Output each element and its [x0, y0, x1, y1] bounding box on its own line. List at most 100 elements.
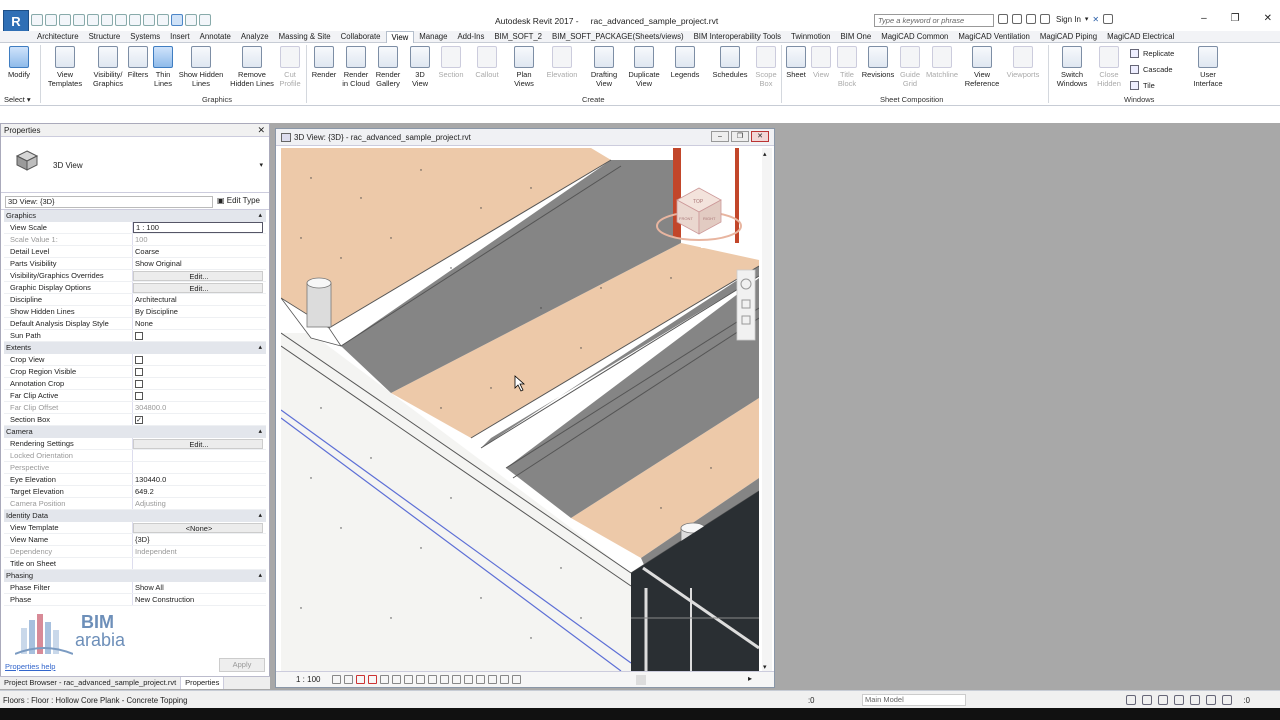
- temporary-hide-icon[interactable]: [440, 675, 449, 684]
- select-underlay-icon[interactable]: [1142, 695, 1152, 705]
- property-edit-button[interactable]: <None>: [133, 523, 263, 533]
- viewports-button[interactable]: Viewports: [1004, 46, 1042, 79]
- type-selector[interactable]: 3D View ▾: [1, 137, 269, 193]
- scope-box-button[interactable]: Scope Box: [754, 46, 778, 88]
- property-edit-button[interactable]: Edit...: [133, 271, 263, 281]
- collapse-arrow-icon[interactable]: ▴: [258, 210, 262, 222]
- collapse-arrow-icon[interactable]: ▴: [258, 342, 262, 354]
- select-dropdown[interactable]: Select ▾: [4, 95, 31, 104]
- view-scale-button[interactable]: 1 : 100: [296, 675, 320, 684]
- tab-analyze[interactable]: Analyze: [236, 31, 274, 43]
- section-header-phasing[interactable]: Phasing ▴: [4, 570, 266, 582]
- shadows-icon[interactable]: [368, 675, 377, 684]
- render-dialog-icon[interactable]: [380, 675, 389, 684]
- sync-icon[interactable]: [59, 14, 71, 26]
- chevron-down-icon[interactable]: ▾: [1085, 15, 1089, 23]
- filter-icon[interactable]: [1222, 695, 1232, 705]
- analytical-model-icon[interactable]: [476, 675, 485, 684]
- revisions-button[interactable]: Revisions: [860, 46, 896, 79]
- scroll-up-icon[interactable]: ▴: [763, 150, 767, 158]
- highlight-displacement-icon[interactable]: [488, 675, 497, 684]
- close-icon[interactable]: ✕: [257, 124, 265, 137]
- tab-bim-one[interactable]: BIM One: [835, 31, 876, 43]
- reveal-hidden-icon[interactable]: [452, 675, 461, 684]
- user-interface-button[interactable]: User Interface: [1190, 46, 1226, 88]
- tab-view[interactable]: View: [385, 30, 415, 43]
- binoculars-icon[interactable]: [998, 14, 1008, 24]
- visibility-graphics-button[interactable]: Visibility/ Graphics: [88, 46, 128, 88]
- crop-region-icon[interactable]: [416, 675, 425, 684]
- checkbox[interactable]: [135, 356, 143, 364]
- design-options-dropdown[interactable]: Main Model: [862, 694, 966, 706]
- remove-hidden-lines-button[interactable]: Remove Hidden Lines: [227, 46, 277, 88]
- tile-button[interactable]: Tile: [1130, 81, 1155, 90]
- duplicate-view-button[interactable]: Duplicate View: [624, 46, 664, 88]
- navigation-bar[interactable]: [736, 269, 756, 341]
- lock-view-icon[interactable]: [392, 675, 401, 684]
- crop-view-icon[interactable]: [404, 675, 413, 684]
- application-menu-button[interactable]: R: [3, 10, 29, 32]
- property-value[interactable]: [133, 558, 266, 569]
- worksharing-icon[interactable]: [464, 675, 473, 684]
- property-value[interactable]: {3D}: [133, 534, 266, 545]
- tab-bim-interoperability[interactable]: BIM Interoperability Tools: [689, 31, 786, 43]
- property-checkbox-cell[interactable]: ✓: [133, 414, 266, 425]
- drafting-view-button[interactable]: Drafting View: [586, 46, 622, 88]
- redo-icon[interactable]: [87, 14, 99, 26]
- tab-magicad-ventilation[interactable]: MagiCAD Ventilation: [953, 31, 1035, 43]
- elevation-button[interactable]: Elevation: [544, 46, 580, 79]
- property-value[interactable]: 130440.0: [133, 474, 266, 485]
- horizontal-scroll-thumb[interactable]: [636, 675, 646, 685]
- property-edit-button[interactable]: Edit...: [133, 283, 263, 293]
- checkbox[interactable]: [135, 380, 143, 388]
- matchline-button[interactable]: Matchline: [924, 46, 960, 79]
- replicate-button[interactable]: Replicate: [1130, 49, 1174, 58]
- view-templates-button[interactable]: View Templates: [44, 46, 86, 88]
- thin-lines-button[interactable]: Thin Lines: [151, 46, 175, 88]
- guide-grid-button[interactable]: Guide Grid: [898, 46, 922, 88]
- title-block-button[interactable]: Title Block: [836, 46, 858, 88]
- checkbox[interactable]: [135, 368, 143, 376]
- restore-button[interactable]: ❐: [1231, 13, 1240, 24]
- edit-type-button[interactable]: ▣ Edit Type: [217, 196, 260, 205]
- cut-profile-button[interactable]: Cut Profile: [278, 46, 302, 88]
- tab-magicad-piping[interactable]: MagiCAD Piping: [1035, 31, 1102, 43]
- instance-filter-dropdown[interactable]: 3D View: {3D}: [5, 196, 213, 208]
- help-icon[interactable]: [1103, 14, 1114, 24]
- detail-level-icon[interactable]: [332, 675, 341, 684]
- exchange-apps-icon[interactable]: ✕: [1092, 15, 1099, 24]
- property-value[interactable]: Architectural: [133, 294, 266, 305]
- modify-button[interactable]: Modify: [4, 46, 34, 79]
- property-checkbox-cell[interactable]: [133, 354, 266, 365]
- select-pinned-icon[interactable]: [1158, 695, 1168, 705]
- close-button[interactable]: ✕: [751, 131, 769, 142]
- undo-icon[interactable]: [73, 14, 85, 26]
- minimize-button[interactable]: –: [1201, 13, 1207, 24]
- property-value[interactable]: Show Original: [133, 258, 266, 269]
- schedules-button[interactable]: Schedules: [708, 46, 752, 79]
- select-links-icon[interactable]: [1126, 695, 1136, 705]
- tab-insert[interactable]: Insert: [165, 31, 195, 43]
- checkbox[interactable]: [135, 392, 143, 400]
- collapse-arrow-icon[interactable]: ▴: [258, 426, 262, 438]
- tab-magicad-common[interactable]: MagiCAD Common: [876, 31, 953, 43]
- sheet-button[interactable]: Sheet: [784, 46, 808, 79]
- section-header-camera[interactable]: Camera ▴: [4, 426, 266, 438]
- show-hidden-lines-button[interactable]: Show Hidden Lines: [177, 46, 225, 88]
- tab-project-browser[interactable]: Project Browser - rac_advanced_sample_pr…: [0, 677, 182, 689]
- sun-path-icon[interactable]: [356, 675, 365, 684]
- tab-add-ins[interactable]: Add-Ins: [452, 31, 489, 43]
- reveal-constraints-icon[interactable]: [500, 675, 509, 684]
- property-value[interactable]: None: [133, 318, 266, 329]
- default-3d-view-icon[interactable]: [157, 14, 169, 26]
- section-header-extents[interactable]: Extents ▴: [4, 342, 266, 354]
- collapse-arrow-icon[interactable]: ▴: [258, 510, 262, 522]
- unlocked-3d-view-icon[interactable]: [428, 675, 437, 684]
- checkbox[interactable]: [135, 332, 143, 340]
- tab-massing-site[interactable]: Massing & Site: [274, 31, 336, 43]
- visual-style-icon[interactable]: [344, 675, 353, 684]
- property-checkbox-cell[interactable]: [133, 390, 266, 401]
- property-edit-button[interactable]: Edit...: [133, 439, 263, 449]
- property-value[interactable]: Show All: [133, 582, 266, 593]
- tab-systems[interactable]: Systems: [125, 31, 165, 43]
